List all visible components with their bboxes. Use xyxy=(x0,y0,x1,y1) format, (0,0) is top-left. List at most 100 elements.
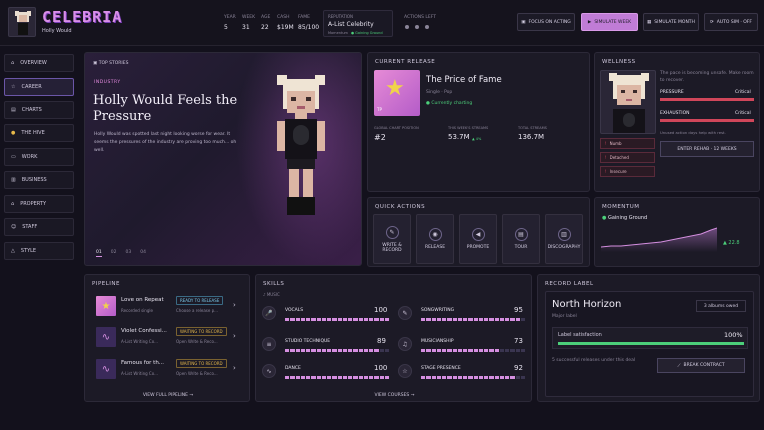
skill-segment xyxy=(290,376,295,379)
page-3[interactable]: 03 xyxy=(125,250,131,257)
sidebar-item-charts[interactable]: ▤ CHARTS xyxy=(4,101,74,119)
skill-value-songwriting: 95 xyxy=(514,306,523,314)
skill-bar-musicianship xyxy=(421,349,525,352)
sidebar-item-work[interactable]: ▭ WORK xyxy=(4,148,74,166)
avatar[interactable] xyxy=(8,7,36,37)
panel-title: MOMENTUM xyxy=(602,204,640,210)
skill-segment xyxy=(520,376,525,379)
enter-rehab-button[interactable]: ENTER REHAB · 12 WEEKS xyxy=(660,141,754,157)
break-contract-button[interactable]: ⟋ BREAK CONTRACT xyxy=(657,358,745,373)
discography-action[interactable]: ▥ DISCOGRAPHY xyxy=(545,214,583,264)
condition-numb: ! Numb xyxy=(600,138,655,149)
exhaustion-bar-fill xyxy=(660,119,754,122)
simulate-month-button[interactable]: ▦ SIMULATE MONTH xyxy=(643,13,699,31)
view-pipeline-link[interactable]: VIEW FULL PIPELINE → xyxy=(85,393,251,398)
simulate-week-button[interactable]: ▶ SIMULATE WEEK xyxy=(581,13,638,31)
stat-label-weekly: THIS WEEK'S STREAMS xyxy=(448,126,489,130)
skill-segment xyxy=(505,376,510,379)
chevron-right-icon[interactable]: › xyxy=(233,364,236,372)
sidebar-item-staff[interactable]: ☺ STAFF xyxy=(4,218,74,236)
tour-action[interactable]: ▤ TOUR xyxy=(502,214,540,264)
skill-segment xyxy=(484,376,489,379)
wellness-note: The pace is becoming unsafe. Make room t… xyxy=(660,71,754,83)
release-action[interactable]: ◉ RELEASE xyxy=(416,214,454,264)
skill-segment xyxy=(327,318,332,321)
label-card: North Horizon Major label 3 albums owed … xyxy=(545,291,754,397)
dot-icon: ● xyxy=(602,215,607,221)
skill-segment xyxy=(321,318,326,321)
skill-segment xyxy=(295,318,300,321)
portrait xyxy=(600,70,656,134)
sidebar-item-business[interactable]: ▥ BUSINESS xyxy=(4,171,74,189)
pen-icon: ✎ xyxy=(385,225,399,239)
skill-segment xyxy=(421,349,426,352)
celebrity-sprite xyxy=(277,75,325,215)
status-badge: READY TO RELEASE xyxy=(176,296,224,305)
stat-label-week: WEEK xyxy=(242,15,256,20)
promote-action[interactable]: ◀ PROMOTE xyxy=(459,214,497,264)
song-cover: ★ xyxy=(96,296,116,316)
warning-icon: ! xyxy=(605,155,607,160)
skill-segment xyxy=(374,318,379,321)
current-release-panel: CURRENT RELEASE ★ TP The Price of Fame S… xyxy=(367,52,590,192)
skill-segment xyxy=(473,376,478,379)
mask-icon: ▣ xyxy=(521,19,526,25)
sidebar-item-the-hive[interactable]: ● THE HIVE xyxy=(4,124,74,142)
skill-segment xyxy=(494,376,499,379)
page-1[interactable]: 01 xyxy=(96,250,102,257)
song-sub: A-List Writing Co... xyxy=(121,371,158,376)
pipeline-item[interactable]: ∿ Violet Confessi... A-List Writing Co..… xyxy=(93,325,243,349)
write-record-action[interactable]: ✎ WRITE & RECORD xyxy=(373,214,411,264)
song-cover: ∿ xyxy=(96,327,116,347)
mic-icon: 🎤 xyxy=(262,306,276,320)
skill-segment xyxy=(374,349,379,352)
panel-title: PIPELINE xyxy=(92,281,121,287)
momentum-value: ▲ 22.8 xyxy=(723,240,740,246)
stat-value-age: 22 xyxy=(261,24,269,31)
page-4[interactable]: 04 xyxy=(140,250,146,257)
skill-segment xyxy=(363,318,368,321)
auto-sim-button[interactable]: ⟳ AUTO SIM · OFF xyxy=(704,13,758,31)
skill-segment xyxy=(332,376,337,379)
albums-owed-badge: 3 albums owed xyxy=(696,300,746,312)
skill-bar-studio xyxy=(285,349,389,352)
chevron-right-icon[interactable]: › xyxy=(233,332,236,340)
skill-segment xyxy=(384,318,389,321)
satisfaction-value: 100% xyxy=(724,331,743,339)
stories-body: Holly Would was spotted last night looki… xyxy=(94,132,237,153)
skill-bar-dance xyxy=(285,376,389,379)
sidebar-item-style[interactable]: △ STYLE xyxy=(4,242,74,260)
stat-value-weekly: 53.7M xyxy=(448,133,470,141)
reputation-label: REPUTATION xyxy=(328,14,353,19)
skill-label-vocals: VOCALS xyxy=(285,308,304,313)
chevron-right-icon[interactable]: › xyxy=(233,301,236,309)
focus-acting-button[interactable]: ▣ FOCUS ON ACTING xyxy=(517,13,575,31)
stat-value-chart: #2 xyxy=(374,133,386,142)
label-name: North Horizon xyxy=(552,299,622,310)
skill-segment xyxy=(463,376,468,379)
skill-segment xyxy=(515,376,520,379)
pipeline-item[interactable]: ★ Love on Repeat Recorded single READY T… xyxy=(93,294,243,318)
skill-segment xyxy=(290,349,295,352)
skill-segment xyxy=(515,318,520,321)
release-cover[interactable]: ★ TP xyxy=(374,70,420,116)
momentum-status: ● Gaining Ground xyxy=(602,215,648,221)
skill-segment xyxy=(442,318,447,321)
skill-segment xyxy=(510,349,515,352)
stat-value-fame: 85/100 xyxy=(298,24,320,31)
sidebar-item-overview[interactable]: ⌂ OVERVIEW xyxy=(4,54,74,72)
actions-left-dots xyxy=(405,25,429,29)
pipeline-item[interactable]: ∿ Famous for th... A-List Writing Co... … xyxy=(93,357,243,381)
song-title: Famous for th... xyxy=(121,360,165,366)
sidebar-item-career[interactable]: ☆ CAREER xyxy=(4,78,74,96)
skills-panel: SKILLS ♪ MUSIC VIEW COURSES → xyxy=(255,274,532,402)
skill-segment xyxy=(348,376,353,379)
skill-segment xyxy=(468,349,473,352)
skill-segment xyxy=(379,318,384,321)
view-courses-link[interactable]: VIEW COURSES → xyxy=(256,393,533,398)
sidebar-item-property[interactable]: ⌂ PROPERTY xyxy=(4,195,74,213)
page-2[interactable]: 02 xyxy=(111,250,117,257)
stat-label-fame: FAME xyxy=(298,15,310,20)
skill-segment xyxy=(426,376,431,379)
skill-segment xyxy=(295,376,300,379)
